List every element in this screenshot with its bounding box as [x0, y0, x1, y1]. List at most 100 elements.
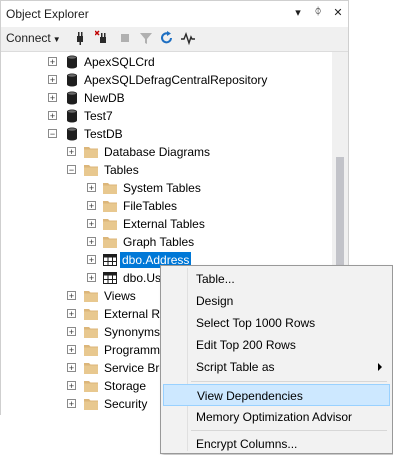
submenu-arrow-icon: [378, 363, 382, 371]
folder-icon: [84, 399, 98, 410]
expand-toggle[interactable]: +: [67, 381, 76, 391]
collapse-toggle[interactable]: −: [67, 165, 76, 175]
folder-icon: [103, 183, 117, 194]
connect-button[interactable]: Connect ▼: [6, 31, 61, 45]
menu-separator: [191, 430, 387, 431]
tree-node-label: Test7: [84, 109, 113, 123]
tree-node-test7[interactable]: + Test7: [1, 107, 332, 125]
tree-node-label: ApexSQLDefragCentralRepository: [84, 73, 268, 87]
tree-node-label: FileTables: [123, 199, 178, 213]
menu-item-select-top-rows[interactable]: Select Top 1000 Rows: [163, 312, 390, 334]
tree-node-label: Database Diagrams: [104, 145, 211, 159]
tree-node-graph-tables[interactable]: + Graph Tables: [1, 233, 332, 251]
tree-node-label: Programm: [104, 343, 161, 357]
chevron-down-icon: ▼: [52, 35, 61, 44]
tree-node-label: dbo.Us: [123, 271, 162, 285]
database-icon: [67, 73, 77, 87]
expand-toggle[interactable]: +: [87, 183, 96, 193]
collapse-toggle[interactable]: −: [48, 129, 57, 139]
database-icon: [67, 127, 77, 141]
tree-node-apexsqldefragcentralrepository[interactable]: + ApexSQLDefragCentralRepository: [1, 71, 332, 89]
tree-node-apexsqlcrd[interactable]: + ApexSQLCrd: [1, 53, 332, 71]
tree-node-label: Storage: [104, 379, 147, 393]
expand-toggle[interactable]: +: [67, 147, 76, 157]
menu-item-label: Edit Top 200 Rows: [196, 338, 296, 352]
expand-toggle[interactable]: +: [87, 237, 96, 247]
menu-item-edit-top-rows[interactable]: Edit Top 200 Rows: [163, 334, 390, 356]
disconnect-icon[interactable]: [95, 30, 109, 46]
folder-icon: [84, 363, 98, 374]
menu-item-label: View Dependencies: [197, 389, 303, 403]
titlebar: Object Explorer ▾ ᛰ ✕: [1, 1, 348, 27]
folder-icon: [84, 291, 98, 302]
tree-node-external-tables[interactable]: + External Tables: [1, 215, 332, 233]
tree-node-label: External Tables: [123, 217, 205, 231]
table-icon: [103, 254, 117, 266]
context-menu: Table... Design Select Top 1000 Rows Edi…: [160, 265, 393, 454]
folder-icon: [84, 327, 98, 338]
expand-toggle[interactable]: +: [67, 345, 76, 355]
toolbar: Connect ▼: [1, 27, 348, 52]
menu-item-script-table-as[interactable]: Script Table as: [163, 356, 390, 378]
menu-item-design[interactable]: Design: [163, 290, 390, 312]
expand-toggle[interactable]: +: [48, 93, 57, 103]
tree-node-newdb[interactable]: + NewDB: [1, 89, 332, 107]
tree-node-label: Graph Tables: [123, 235, 195, 249]
expand-toggle[interactable]: +: [48, 75, 57, 85]
menu-item-view-dependencies[interactable]: View Dependencies: [163, 384, 390, 406]
filter-icon[interactable]: [139, 30, 153, 46]
expand-toggle[interactable]: +: [67, 309, 76, 319]
tree-node-testdb[interactable]: − TestDB: [1, 125, 332, 143]
expand-toggle[interactable]: +: [67, 291, 76, 301]
expand-toggle[interactable]: +: [67, 399, 76, 409]
stop-icon[interactable]: [118, 30, 132, 46]
tree-node-filetables[interactable]: + FileTables: [1, 197, 332, 215]
folder-icon: [84, 345, 98, 356]
tree-node-label: TestDB: [84, 127, 123, 141]
menu-separator: [191, 381, 387, 382]
tree-node-label: System Tables: [123, 181, 201, 195]
menu-item-label: Table...: [196, 272, 235, 286]
folder-icon: [84, 309, 98, 320]
expand-toggle[interactable]: +: [87, 273, 96, 283]
tree-node-label: Service Bro: [104, 361, 167, 375]
database-icon: [67, 91, 77, 105]
menu-item-new-table[interactable]: Table...: [163, 268, 390, 290]
expand-toggle[interactable]: +: [67, 363, 76, 373]
menu-item-label: Design: [196, 294, 234, 308]
expand-toggle[interactable]: +: [87, 255, 96, 265]
menu-item-label: Encrypt Columns...: [196, 437, 298, 451]
menu-item-encrypt-columns[interactable]: Encrypt Columns...: [163, 433, 390, 455]
expand-toggle[interactable]: +: [87, 219, 96, 229]
folder-icon: [84, 381, 98, 392]
menu-item-label: Select Top 1000 Rows: [196, 316, 316, 330]
menu-item-label: Memory Optimization Advisor: [196, 410, 353, 424]
database-icon: [67, 109, 77, 123]
window-position-dropdown-icon[interactable]: ▾: [292, 6, 304, 19]
pin-icon[interactable]: ᛰ: [312, 6, 324, 19]
expand-toggle[interactable]: +: [48, 57, 57, 67]
activity-monitor-icon[interactable]: [181, 30, 195, 46]
tree-node-label: NewDB: [84, 91, 125, 105]
tree-node-label: ApexSQLCrd: [84, 55, 155, 69]
expand-toggle[interactable]: +: [87, 201, 96, 211]
tree-node-tables[interactable]: − Tables: [1, 161, 332, 179]
folder-icon: [103, 237, 117, 248]
tree-node-label: Synonyms: [104, 325, 161, 339]
expand-toggle[interactable]: +: [67, 327, 76, 337]
tree-node-database-diagrams[interactable]: + Database Diagrams: [1, 143, 332, 161]
connect-icon[interactable]: [74, 30, 88, 46]
expand-toggle[interactable]: +: [48, 111, 57, 121]
folder-icon: [103, 201, 117, 212]
folder-icon: [84, 147, 98, 158]
tree-node-label: External Re: [104, 307, 167, 321]
tree-node-label: Tables: [104, 163, 139, 177]
close-icon[interactable]: ✕: [332, 6, 344, 19]
connect-label: Connect: [6, 31, 51, 45]
refresh-icon[interactable]: [160, 30, 174, 46]
database-icon: [67, 55, 77, 69]
folder-icon: [84, 165, 98, 176]
tree-node-system-tables[interactable]: + System Tables: [1, 179, 332, 197]
titlebar-controls: ▾ ᛰ ✕: [292, 6, 344, 19]
menu-item-memory-optimization-advisor[interactable]: Memory Optimization Advisor: [163, 406, 390, 428]
